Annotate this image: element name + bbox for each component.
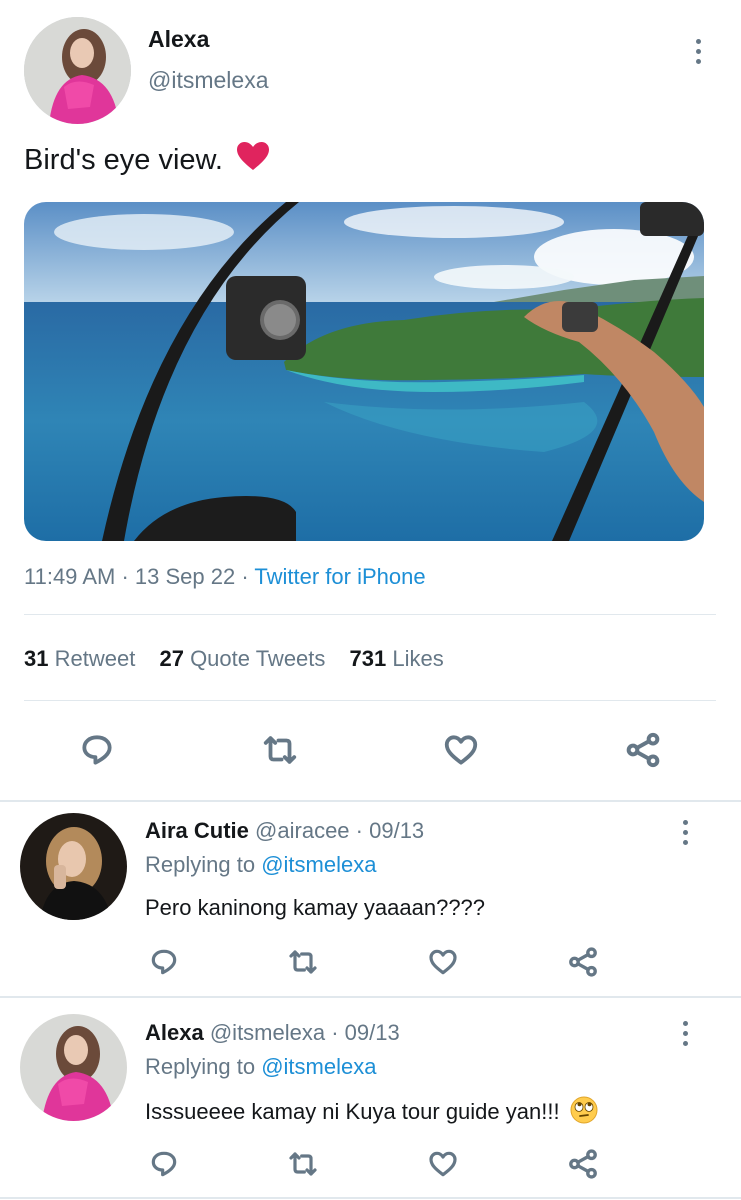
divider [24,700,716,701]
share-icon [569,1149,597,1179]
like-icon [444,735,478,765]
reply-text: Pero kaninong kamay yaaaan???? [145,895,486,920]
retweet-label: Retweet [54,646,136,671]
heart-emoji [235,140,271,180]
section-divider [0,800,741,802]
share-icon [569,947,597,977]
reply-text-row: Isssueeee kamay ni Kuya tour guide yan!!… [145,1096,598,1130]
tweet-meta: 11:49 AM · 13 Sep 22 · Twitter for iPhon… [24,564,426,590]
tweet-photo[interactable] [24,202,704,541]
tweet-time: 11:49 AM [24,564,116,589]
quote-stat[interactable]: 27 Quote Tweets [159,646,331,671]
tweet-date: 13 Sep 22 [134,564,236,589]
reply-date: · 09/13 [331,1020,400,1045]
replying-to-label: Replying to [145,852,256,877]
reply-button[interactable] [74,730,120,770]
likes-stat[interactable]: 731 Likes [350,646,444,671]
more-vertical-icon[interactable] [673,812,697,852]
like-button[interactable] [438,730,484,770]
quote-label: Quote Tweets [190,646,326,671]
retweet-button[interactable] [282,1146,324,1182]
tweet-text-body: Bird's eye view. [24,144,223,176]
likes-label: Likes [392,646,444,671]
section-divider [0,996,741,998]
retweet-count: 31 [24,646,49,671]
retweet-icon [289,950,317,974]
reply-avatar[interactable] [20,1014,127,1121]
replying-to-handle[interactable]: @itsmelexa [261,1054,376,1079]
like-icon [429,1151,457,1177]
author-avatar[interactable] [24,17,131,124]
share-icon [626,732,660,768]
share-button[interactable] [620,728,666,772]
eye-roll-emoji [570,1096,598,1130]
like-button[interactable] [422,1146,464,1182]
share-button[interactable] [562,1144,604,1184]
replying-to: Replying to @itsmelexa [145,852,376,878]
reply-header: Alexa @itsmelexa · 09/13 [145,1020,400,1046]
reply-button[interactable] [144,1146,184,1182]
like-icon [429,949,457,975]
quote-count: 27 [159,646,184,671]
retweet-stat[interactable]: 31 Retweet [24,646,141,671]
replying-to-handle[interactable]: @itsmelexa [261,852,376,877]
reply-author-name[interactable]: Aira Cutie [145,818,249,843]
divider [24,614,716,615]
author-name[interactable]: Alexa [148,26,209,53]
meta-separator: · [241,564,249,589]
reply-avatar[interactable] [20,813,127,920]
tweet-stats: 31 Retweet 27 Quote Tweets 731 Likes [24,646,444,672]
reply-icon [151,1151,177,1177]
retweet-button[interactable] [282,944,324,980]
reply-icon [151,949,177,975]
retweet-icon [263,736,297,764]
more-vertical-icon[interactable] [673,1013,697,1053]
meta-separator: · [121,564,129,589]
replying-to: Replying to @itsmelexa [145,1054,376,1080]
tweet-text: Bird's eye view. [24,140,271,180]
retweet-icon [289,1152,317,1176]
section-divider [0,1197,741,1199]
reply-date: · 09/13 [355,818,425,843]
like-button[interactable] [422,944,464,980]
reply-icon [82,735,112,765]
reply-header: Aira Cutie @airacee · 09/13 [145,818,424,844]
reply-author-name[interactable]: Alexa [145,1020,204,1045]
replying-to-label: Replying to [145,1054,256,1079]
share-button[interactable] [562,942,604,982]
reply-author-handle[interactable]: @airacee [255,818,350,843]
author-handle[interactable]: @itsmelexa [148,67,269,94]
likes-count: 731 [349,646,387,671]
tweet-source-link[interactable]: Twitter for iPhone [254,564,425,589]
more-vertical-icon[interactable] [686,31,710,71]
reply-author-handle[interactable]: @itsmelexa [210,1020,325,1045]
reply-text: Isssueeee kamay ni Kuya tour guide yan!!… [145,1099,560,1124]
retweet-button[interactable] [256,730,304,770]
reply-button[interactable] [144,944,184,980]
